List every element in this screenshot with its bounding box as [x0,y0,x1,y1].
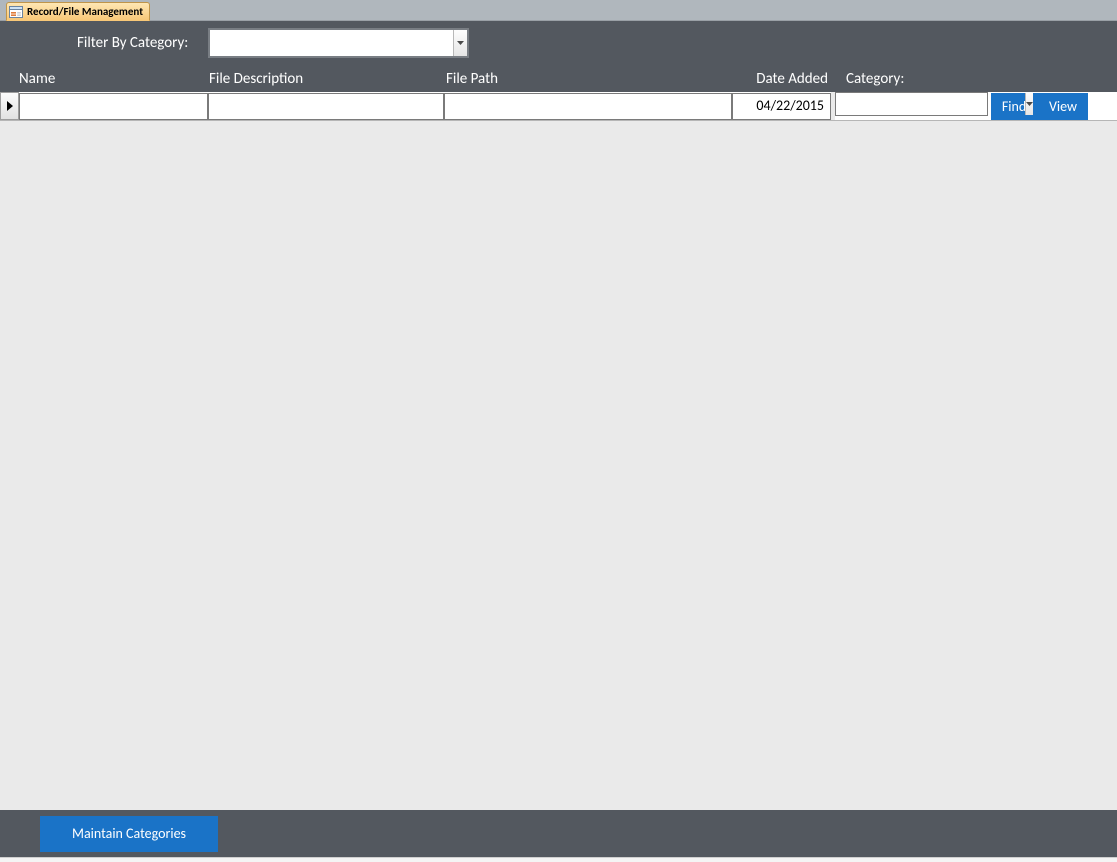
col-header-name: Name [19,70,209,88]
tab-strip: Record/File Management [0,0,1117,21]
category-dropdown-button[interactable] [1025,93,1033,115]
row-pointer-icon [7,101,13,111]
view-button[interactable]: View [1038,93,1088,120]
date-added-field[interactable]: 04/22/2015 [732,93,831,120]
filter-row: Filter By Category: [0,21,1117,65]
category-combo[interactable] [835,92,988,116]
col-header-date: Date Added [735,70,834,88]
header-band: Filter By Category: Name File Descriptio… [0,21,1117,92]
row-selector[interactable] [0,92,19,120]
data-row: 04/22/2015 Find View [0,92,1117,121]
col-header-category: Category: [834,70,987,88]
chevron-down-icon [1026,102,1033,106]
footer-band: Maintain Categories [0,810,1117,857]
tab-title: Record/File Management [27,5,143,18]
chevron-down-icon [457,41,464,45]
filter-category-input[interactable] [210,30,453,56]
form-icon [9,6,23,18]
tab-record-file-management[interactable]: Record/File Management [6,2,150,21]
bottom-sliver [0,857,1117,862]
data-area: 04/22/2015 Find View [0,92,1117,121]
filter-label: Filter By Category: [77,34,188,52]
description-field[interactable] [208,93,444,120]
name-field[interactable] [19,93,208,120]
category-input[interactable] [836,93,1025,115]
column-headers: Name File Description File Path Date Add… [0,65,1117,91]
maintain-categories-button[interactable]: Maintain Categories [40,816,218,852]
col-header-description: File Description [209,70,446,88]
col-header-path: File Path [446,70,735,88]
path-field[interactable] [444,93,732,120]
filter-category-combo[interactable] [208,28,469,58]
filter-category-dropdown-button[interactable] [453,30,467,56]
